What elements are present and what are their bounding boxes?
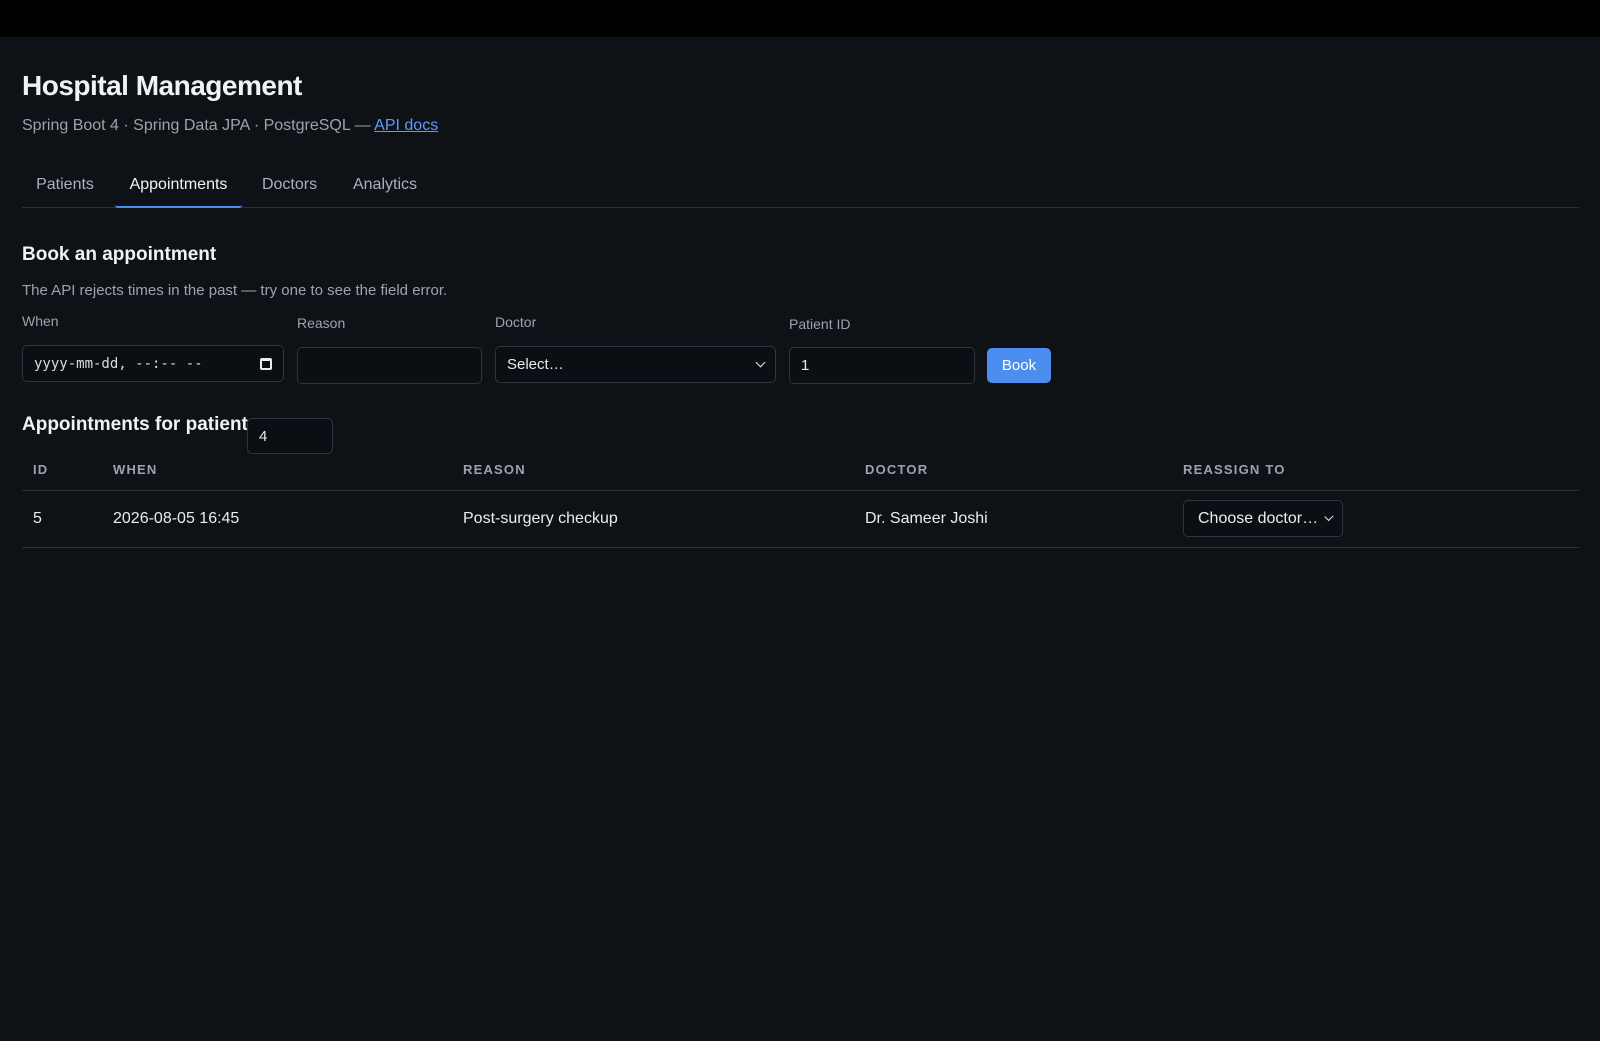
app-subtitle: Spring Boot 4 · Spring Data JPA · Postgr… <box>22 117 438 135</box>
when-placeholder: yyyy-mm-dd, --:-- -- <box>34 355 203 372</box>
api-docs-link[interactable]: API docs <box>374 117 438 134</box>
cell-id: 5 <box>22 490 102 548</box>
tab-analytics[interactable]: Analytics <box>340 165 430 208</box>
column-header-doctor: DOCTOR <box>854 449 1172 491</box>
doctor-select[interactable]: Select… <box>495 346 776 383</box>
booking-note: The API rejects times in the past — try … <box>22 282 448 299</box>
chevron-down-icon <box>755 357 766 368</box>
tab-appointments[interactable]: Appointments <box>115 165 242 208</box>
when-input[interactable]: yyyy-mm-dd, --:-- -- <box>22 345 284 382</box>
appointments-title: Appointments for patient <box>22 414 248 435</box>
patient-id-value: 1 <box>801 357 810 374</box>
when-label: When <box>22 313 59 329</box>
doctor-selected-value: Select… <box>507 356 564 373</box>
cell-reassign: Choose doctor… <box>1172 490 1579 548</box>
calendar-icon[interactable] <box>260 357 272 370</box>
subtitle-text: Spring Boot 4 · Spring Data JPA · Postgr… <box>22 117 375 134</box>
patient-id-input[interactable]: 1 <box>789 347 975 384</box>
column-header-reassign: REASSIGN TO <box>1172 449 1579 491</box>
column-header-reason: REASON <box>452 449 854 491</box>
appointments-table: ID WHEN REASON DOCTOR REASSIGN TO 5 2026… <box>22 449 1579 548</box>
reassign-doctor-select[interactable]: Choose doctor… <box>1183 500 1343 537</box>
reason-input[interactable] <box>297 347 482 384</box>
tab-doctors[interactable]: Doctors <box>253 165 326 208</box>
tab-patients[interactable]: Patients <box>22 165 108 208</box>
appointments-patient-value: 4 <box>259 427 268 445</box>
app-title: Hospital Management <box>22 70 302 101</box>
cell-when: 2026-08-05 16:45 <box>102 490 452 548</box>
window-top-bar <box>0 0 1600 37</box>
table-row: 5 2026-08-05 16:45 Post-surgery checkup … <box>22 490 1579 548</box>
column-header-id: ID <box>22 449 102 491</box>
reassign-selected-value: Choose doctor… <box>1198 509 1319 527</box>
table-header-row: ID WHEN REASON DOCTOR REASSIGN TO <box>22 449 1579 491</box>
reason-label: Reason <box>297 315 346 331</box>
column-header-when: WHEN <box>102 449 452 491</box>
chevron-down-icon <box>1324 511 1334 522</box>
cell-doctor: Dr. Sameer Joshi <box>854 490 1172 548</box>
booking-title: Book an appointment <box>22 244 217 265</box>
patient-id-label: Patient ID <box>789 316 851 332</box>
cell-reason: Post-surgery checkup <box>452 490 854 548</box>
tab-bar: Patients Appointments Doctors Analytics <box>22 165 1579 208</box>
book-button[interactable]: Book <box>987 348 1051 383</box>
doctor-label: Doctor <box>495 314 537 330</box>
